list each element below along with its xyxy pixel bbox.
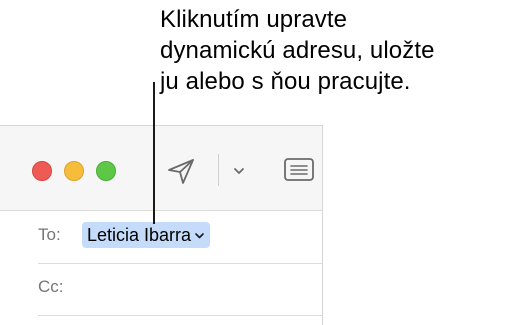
callout-leader-line: [153, 82, 155, 224]
chevron-down-icon[interactable]: [230, 163, 248, 179]
screenshot-canvas: Kliknutím upravte dynamickú adresu, ulož…: [0, 0, 505, 325]
recipient-name: Leticia Ibarra: [87, 224, 192, 245]
to-label: To:: [38, 225, 61, 244]
cc-label: Cc:: [38, 277, 64, 296]
toolbar: [0, 126, 322, 211]
close-window-button[interactable]: [32, 161, 52, 181]
mail-compose-window: To: Leticia Ibarra Cc:: [0, 125, 323, 325]
maximize-window-button[interactable]: [96, 161, 116, 181]
recipient-token[interactable]: Leticia Ibarra: [82, 222, 211, 248]
callout-line-1: Kliknutím upravte: [160, 6, 348, 33]
toolbar-separator: [218, 154, 219, 186]
to-field-row[interactable]: To: Leticia Ibarra: [38, 211, 322, 264]
chevron-down-icon[interactable]: [194, 232, 205, 240]
header-fields-icon[interactable]: [283, 156, 315, 184]
send-icon[interactable]: [166, 157, 196, 185]
callout-text: Kliknutím upravte dynamickú adresu, ulož…: [160, 4, 500, 97]
callout-line-2: dynamickú adresu, uložte: [160, 37, 435, 64]
minimize-window-button[interactable]: [64, 161, 84, 181]
callout-line-3: ju alebo s ňou pracujte.: [160, 68, 411, 95]
cc-field-row[interactable]: Cc:: [38, 263, 322, 316]
